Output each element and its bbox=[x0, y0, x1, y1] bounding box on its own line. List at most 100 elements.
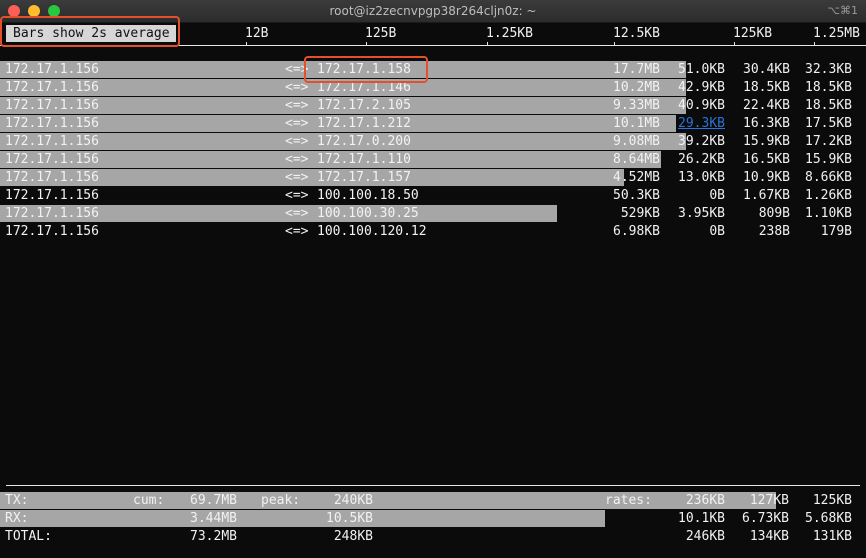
cumulative-total: 17.2KB bbox=[805, 134, 852, 149]
direction-arrow: <=> bbox=[285, 170, 309, 185]
flow-row[interactable]: 172.17.1.156 <=> 172.17.2.105 9.33MB 40.… bbox=[0, 97, 866, 114]
rate-40s: 10.9KB bbox=[743, 170, 790, 185]
total-rate-2s: 246KB bbox=[685, 529, 725, 544]
rate-10s: 26.2KB bbox=[678, 152, 725, 167]
flow-row[interactable]: 172.17.1.156 <=> 172.17.0.200 9.08MB 39.… bbox=[0, 133, 866, 150]
scale-mark bbox=[614, 42, 615, 46]
destination-host: 172.17.2.105 bbox=[317, 98, 411, 113]
cumulative-total: 15.9KB bbox=[805, 152, 852, 167]
rx-peak: 10.5KB bbox=[326, 511, 373, 526]
rate-40s: 30.4KB bbox=[743, 62, 790, 77]
tx-cumulative: 69.7MB bbox=[190, 493, 237, 508]
total-rate-40s: 131KB bbox=[812, 529, 852, 544]
rate-40s: 16.5KB bbox=[743, 152, 790, 167]
tx-peak: 240KB bbox=[333, 493, 373, 508]
source-host: 172.17.1.156 bbox=[5, 206, 99, 221]
rate-40s: 1.67KB bbox=[743, 188, 790, 203]
rate-10s[interactable]: 29.3KB bbox=[665, 115, 725, 132]
direction-arrow: <=> bbox=[285, 188, 309, 203]
tx-rate-40s: 125KB bbox=[812, 493, 852, 508]
flow-row[interactable]: 172.17.1.156 <=> 100.100.30.25 529KB 3.9… bbox=[0, 205, 866, 222]
destination-highlight bbox=[304, 56, 428, 83]
scale-tick-125b: 125B bbox=[365, 26, 397, 41]
direction-arrow: <=> bbox=[285, 224, 309, 239]
cumulative-total: 179B bbox=[820, 224, 852, 239]
totals-separator bbox=[6, 485, 860, 486]
source-host: 172.17.1.156 bbox=[5, 188, 99, 203]
rate-10s: 39.2KB bbox=[678, 134, 725, 149]
rate-2s: 529KB bbox=[620, 206, 660, 221]
direction-arrow: <=> bbox=[285, 98, 309, 113]
direction-arrow: <=> bbox=[285, 134, 309, 149]
total-peak: 248KB bbox=[333, 529, 373, 544]
cumulative-total: 1.26KB bbox=[805, 188, 852, 203]
destination-host: 100.100.18.50 bbox=[317, 188, 419, 203]
flow-row[interactable]: 172.17.1.156 <=> 172.17.1.146 10.2MB 42.… bbox=[0, 79, 866, 96]
rate-10s: 42.9KB bbox=[678, 80, 725, 95]
cum-label: cum: bbox=[133, 493, 165, 508]
scale-tick-125kb: 125KB bbox=[733, 26, 773, 41]
rate-2s: 10.2MB bbox=[613, 80, 660, 95]
total-cumulative: 73.2MB bbox=[190, 529, 237, 544]
scale-tick-12-5kb: 12.5KB bbox=[613, 26, 660, 41]
rate-10s: 0B bbox=[709, 224, 725, 239]
cumulative-total: 17.5KB bbox=[805, 116, 852, 131]
source-host: 172.17.1.156 bbox=[5, 80, 99, 95]
total-totals-row: TOTAL: 73.2MB 248KB 246KB 134KB 131KB bbox=[0, 528, 866, 545]
rate-2s: 50.3KB bbox=[613, 188, 660, 203]
scale-label-highlight bbox=[0, 16, 180, 47]
rate-10s: 51.0KB bbox=[678, 62, 725, 77]
rate-2s: 9.33MB bbox=[613, 98, 660, 113]
scale-tick-12b: 12B bbox=[245, 26, 269, 41]
flow-row[interactable]: 172.17.1.156 <=> 172.17.1.212 10.1MB 29.… bbox=[0, 115, 866, 132]
rate-10s: 0B bbox=[709, 188, 725, 203]
rate-2s: 6.98KB bbox=[613, 224, 660, 239]
scale-mark bbox=[487, 42, 488, 46]
rate-40s: 15.9KB bbox=[743, 134, 790, 149]
total-label: TOTAL: bbox=[5, 529, 52, 544]
tx-rate-2s: 236KB bbox=[685, 493, 725, 508]
rate-2s: 17.7MB bbox=[613, 62, 660, 77]
cumulative-total: 32.3KB bbox=[805, 62, 852, 77]
rate-10s: 40.9KB bbox=[678, 98, 725, 113]
rate-2s: 10.1MB bbox=[613, 116, 660, 131]
rx-rate-2s: 10.1KB bbox=[678, 511, 725, 526]
flow-row[interactable]: 172.17.1.156 <=> 172.17.1.110 8.64MB 26.… bbox=[0, 151, 866, 168]
flow-row[interactable]: 172.17.1.156 <=> 100.100.120.12 6.98KB 0… bbox=[0, 223, 866, 240]
source-host: 172.17.1.156 bbox=[5, 62, 99, 77]
flow-row[interactable]: 172.17.1.156 <=> 172.17.1.157 4.52MB 13.… bbox=[0, 169, 866, 186]
rate-40s: 809B bbox=[758, 206, 790, 221]
rate-10s: 13.0KB bbox=[678, 170, 725, 185]
source-host: 172.17.1.156 bbox=[5, 134, 99, 149]
scale-tick-1-25mb: 1.25MB bbox=[813, 26, 860, 41]
rate-2s: 9.08MB bbox=[613, 134, 660, 149]
rates-label: rates: bbox=[605, 493, 652, 508]
rate-40s: 238B bbox=[758, 224, 790, 239]
direction-arrow: <=> bbox=[285, 152, 309, 167]
cumulative-total: 18.5KB bbox=[805, 80, 852, 95]
rate-2s: 4.52MB bbox=[613, 170, 660, 185]
cumulative-total: 18.5KB bbox=[805, 98, 852, 113]
peak-label: peak: bbox=[261, 493, 301, 508]
rx-rate-40s: 5.68KB bbox=[805, 511, 852, 526]
scale-mark bbox=[814, 42, 815, 46]
rx-label: RX: bbox=[5, 511, 29, 526]
flow-row[interactable]: 172.17.1.156 <=> 172.17.1.158 17.7MB 51.… bbox=[0, 61, 866, 78]
rate-40s: 18.5KB bbox=[743, 80, 790, 95]
scale-tick-1-25kb: 1.25KB bbox=[486, 26, 533, 41]
destination-host: 172.17.1.110 bbox=[317, 152, 411, 167]
flow-row[interactable]: 172.17.1.156 <=> 100.100.18.50 50.3KB 0B… bbox=[0, 187, 866, 204]
tx-rate-10s: 127KB bbox=[749, 493, 789, 508]
rx-rate-10s: 6.73KB bbox=[742, 511, 789, 526]
rate-40s: 22.4KB bbox=[743, 98, 790, 113]
rate-2s: 8.64MB bbox=[613, 152, 660, 167]
tx-label: TX: bbox=[5, 493, 29, 508]
scale-mark bbox=[734, 42, 735, 46]
destination-host: 172.17.1.212 bbox=[317, 116, 411, 131]
source-host: 172.17.1.156 bbox=[5, 152, 99, 167]
destination-host: 100.100.120.12 bbox=[317, 224, 427, 239]
direction-arrow: <=> bbox=[285, 206, 309, 221]
total-rate-10s: 134KB bbox=[749, 529, 789, 544]
rx-cumulative: 3.44MB bbox=[190, 511, 237, 526]
rate-40s: 16.3KB bbox=[743, 116, 790, 131]
